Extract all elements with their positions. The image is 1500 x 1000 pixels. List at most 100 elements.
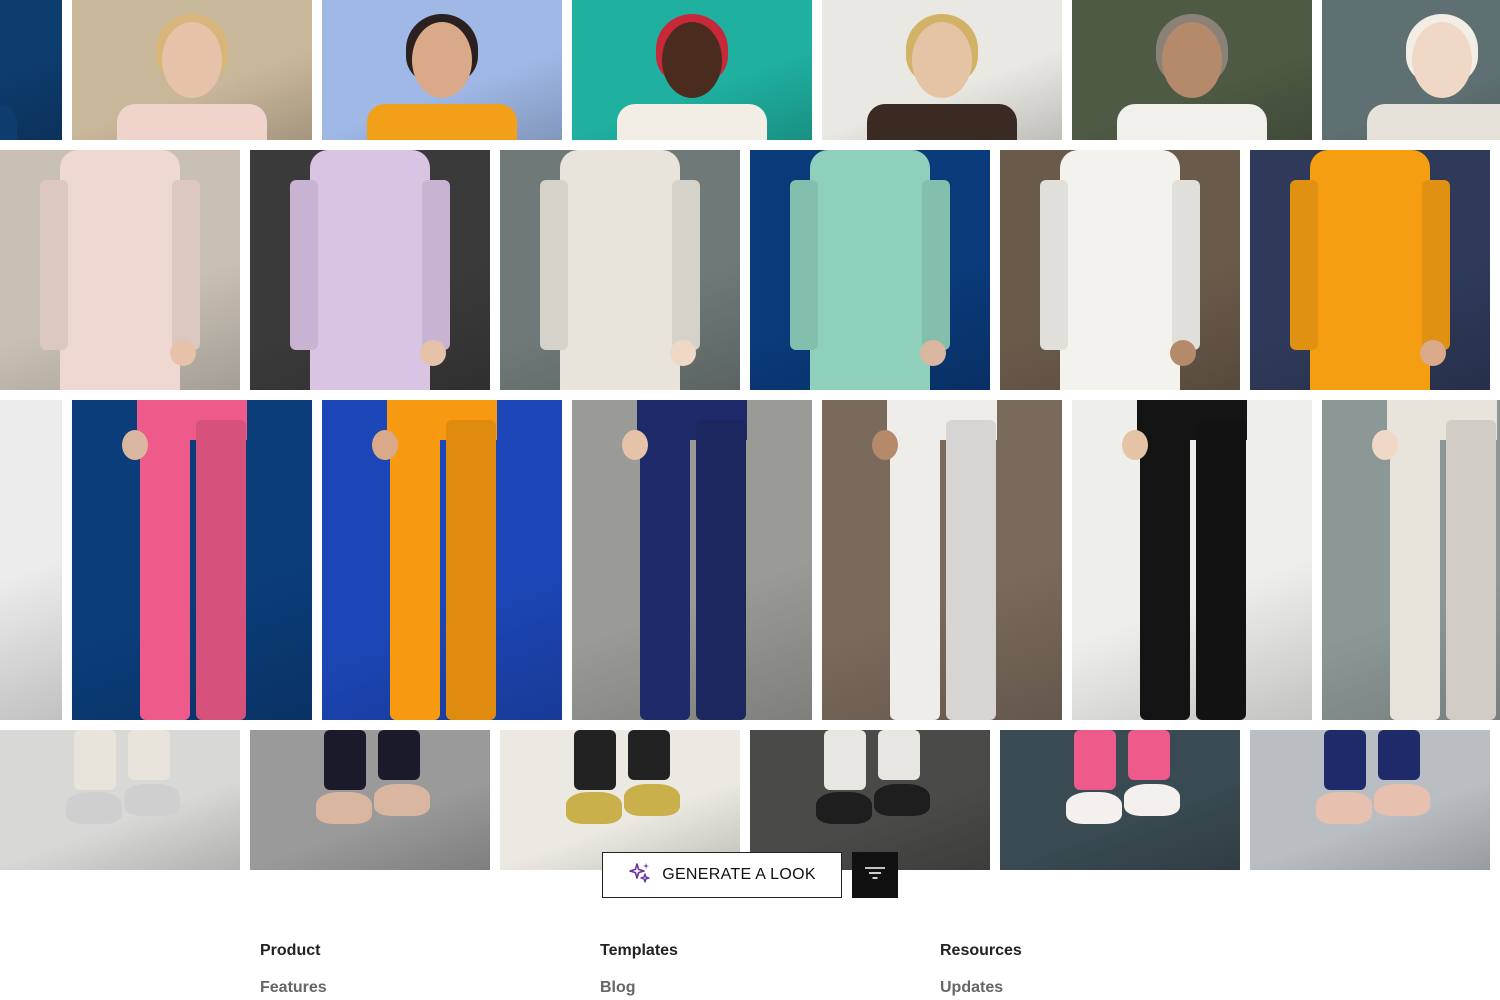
shoe-right — [624, 784, 680, 816]
model-figure — [612, 400, 772, 720]
footer-heading-templates: Templates — [600, 942, 678, 959]
photo-tile[interactable] — [250, 730, 490, 870]
hand — [122, 430, 148, 460]
photo-tile[interactable] — [0, 150, 240, 390]
hand — [170, 340, 196, 366]
arm-left — [1040, 180, 1068, 350]
model-figure — [1362, 400, 1500, 720]
shoulders — [1117, 104, 1267, 140]
photo-tile[interactable] — [1322, 400, 1500, 720]
photo-tile[interactable] — [822, 0, 1062, 140]
photo-tile[interactable] — [0, 730, 240, 870]
shoe-left — [566, 792, 622, 824]
arm-right — [1422, 180, 1450, 350]
sparkles-icon — [628, 861, 652, 890]
hem-right — [878, 730, 920, 780]
hem-left — [1324, 730, 1366, 790]
photo-tile[interactable] — [0, 0, 62, 140]
hem-left — [74, 730, 116, 790]
leg-left — [1390, 420, 1440, 720]
arm-left — [1290, 180, 1318, 350]
hand — [1420, 340, 1446, 366]
hem-right — [1128, 730, 1170, 780]
arm-left — [790, 180, 818, 350]
shoulders — [367, 104, 517, 140]
model-figure — [1040, 730, 1200, 870]
photo-tile[interactable] — [822, 400, 1062, 720]
footer-heading-resources: Resources — [940, 942, 1022, 959]
photo-row-legs — [0, 400, 1500, 720]
photo-tile[interactable] — [1250, 730, 1490, 870]
photo-row-heads — [0, 0, 1500, 140]
leg-left — [1140, 420, 1190, 720]
arm-left — [40, 180, 68, 350]
leg-left — [140, 420, 190, 720]
hand — [1170, 340, 1196, 366]
model-figure — [540, 150, 700, 390]
arm-left — [290, 180, 318, 350]
model-figure — [540, 730, 700, 870]
photo-tile[interactable] — [1072, 400, 1312, 720]
footer-column-product: Product Features — [260, 942, 327, 997]
footer-heading-product: Product — [260, 942, 321, 959]
model-figure — [0, 400, 22, 720]
model-figure — [1112, 400, 1272, 720]
photo-tile[interactable] — [1250, 150, 1490, 390]
leg-right — [1446, 420, 1496, 720]
photo-tile[interactable] — [1322, 0, 1500, 140]
model-figure — [362, 400, 522, 720]
shoe-left — [816, 792, 872, 824]
torso — [1060, 150, 1180, 390]
shoulders — [617, 104, 767, 140]
photo-tile[interactable] — [750, 150, 990, 390]
face — [1162, 22, 1222, 98]
footer-column-templates: Templates Blog — [600, 942, 678, 997]
model-figure — [1290, 150, 1450, 390]
footer-link-updates[interactable]: Updates — [940, 979, 1022, 997]
photo-tile[interactable] — [322, 0, 562, 140]
photo-tile[interactable] — [572, 400, 812, 720]
hand — [372, 430, 398, 460]
photo-tile[interactable] — [572, 0, 812, 140]
photo-row-torsos — [0, 150, 1500, 390]
photo-tile[interactable] — [500, 150, 740, 390]
hem-right — [628, 730, 670, 780]
face — [412, 22, 472, 98]
leg-right — [696, 420, 746, 720]
shoe-right — [1374, 784, 1430, 816]
face — [662, 22, 722, 98]
shoe-right — [374, 784, 430, 816]
shoulders — [867, 104, 1017, 140]
photo-tile[interactable] — [0, 400, 62, 720]
leg-right — [196, 420, 246, 720]
filter-button[interactable] — [852, 852, 898, 898]
arm-left — [540, 180, 568, 350]
photo-tile[interactable] — [500, 730, 740, 870]
photo-tile[interactable] — [1000, 730, 1240, 870]
model-figure — [40, 730, 200, 870]
hem-left — [574, 730, 616, 790]
photo-tile[interactable] — [72, 400, 312, 720]
face — [1412, 22, 1472, 98]
footer-link-features[interactable]: Features — [260, 979, 327, 997]
photo-row-feet — [0, 730, 1500, 870]
shoe-right — [124, 784, 180, 816]
hand — [872, 430, 898, 460]
photo-tile[interactable] — [250, 150, 490, 390]
photo-tile[interactable] — [1072, 0, 1312, 140]
model-figure — [1362, 0, 1500, 140]
footer-link-blog[interactable]: Blog — [600, 979, 678, 997]
photo-tile[interactable] — [750, 730, 990, 870]
hem-right — [1378, 730, 1420, 780]
arm-right — [422, 180, 450, 350]
leg-left — [640, 420, 690, 720]
hand — [670, 340, 696, 366]
filter-icon — [864, 866, 886, 885]
shoe-left — [316, 792, 372, 824]
photo-tile[interactable] — [72, 0, 312, 140]
photo-tile[interactable] — [322, 400, 562, 720]
photo-tile[interactable] — [1000, 150, 1240, 390]
hand — [1372, 430, 1398, 460]
generate-look-button[interactable]: GENERATE A LOOK — [602, 852, 842, 898]
model-figure — [612, 0, 772, 140]
